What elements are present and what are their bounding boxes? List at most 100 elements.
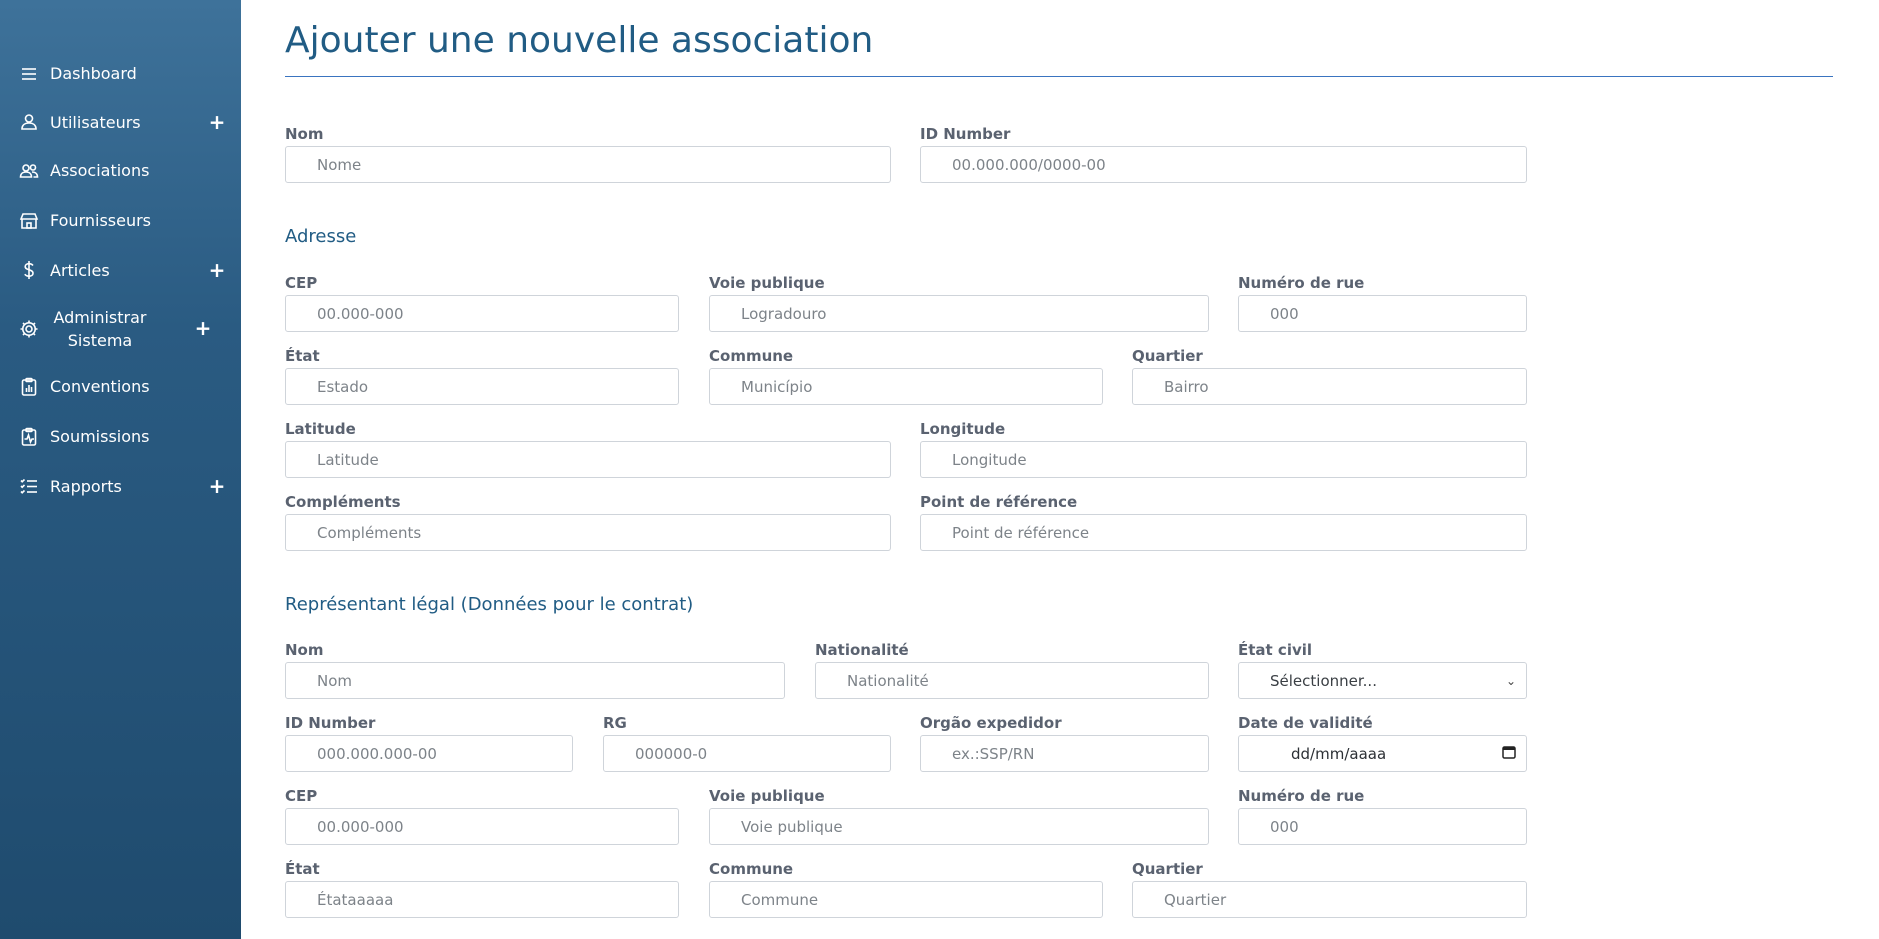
sidebar-item-administrar-sistema[interactable]: Administrar Sistema + xyxy=(18,306,227,352)
association-id-field: ID Number 00.000.000/0000-00 xyxy=(920,124,1527,183)
rep-id-field: ID Number 000.000.000-00 xyxy=(285,713,573,772)
field-label: Compléments xyxy=(285,493,401,511)
rep-quartier-input[interactable]: Quartier xyxy=(1132,881,1527,918)
rep-commune-field: Commune Commune xyxy=(709,859,1103,918)
sidebar-item-label: Utilisateurs xyxy=(50,112,141,132)
rep-rg-field: RG 000000-0 xyxy=(603,713,891,772)
address-quartier-input[interactable]: Bairro xyxy=(1132,368,1527,405)
address-numero-input[interactable]: 000 xyxy=(1238,295,1527,332)
rep-cep-input[interactable]: 00.000-000 xyxy=(285,808,679,845)
sidebar-item-label: Administrar Sistema xyxy=(53,308,147,350)
field-label: Latitude xyxy=(285,420,356,438)
sidebar-item-label: Rapports xyxy=(50,476,122,496)
rep-nationalite-input[interactable]: Nationalité xyxy=(815,662,1209,699)
menu-icon xyxy=(18,63,40,85)
rep-etat-field: État Étataaaaa xyxy=(285,859,679,918)
rep-validite-date-input[interactable]: dd/mm/aaaa xyxy=(1238,735,1527,772)
sidebar-item-utilisateurs[interactable]: Utilisateurs + xyxy=(18,110,227,134)
rep-commune-input[interactable]: Commune xyxy=(709,881,1103,918)
expand-plus-icon[interactable]: + xyxy=(193,316,213,340)
association-id-input[interactable]: 00.000.000/0000-00 xyxy=(920,146,1527,183)
address-reference-field: Point de référence Point de référence xyxy=(920,492,1527,551)
chevron-down-icon: ⌄ xyxy=(1505,673,1516,688)
sidebar-item-dashboard[interactable]: Dashboard xyxy=(18,62,227,85)
sidebar-item-conventions[interactable]: Conventions xyxy=(18,375,227,398)
field-label: État civil xyxy=(1238,641,1313,659)
field-label: Point de référence xyxy=(920,493,1078,511)
address-cep-input[interactable]: 00.000-000 xyxy=(285,295,679,332)
address-reference-input[interactable]: Point de référence xyxy=(920,514,1527,551)
field-label: Nom xyxy=(285,641,324,659)
sidebar-item-label: Associations xyxy=(50,161,150,180)
address-etat-input[interactable]: Estado xyxy=(285,368,679,405)
field-label: Voie publique xyxy=(709,787,825,805)
sidebar-item-label: Soumissions xyxy=(50,427,150,446)
rep-cep-field: CEP 00.000-000 xyxy=(285,786,679,845)
rep-nationalite-field: Nationalité Nationalité xyxy=(815,640,1209,699)
expand-plus-icon[interactable]: + xyxy=(207,474,227,498)
address-numero-field: Numéro de rue 000 xyxy=(1238,273,1527,332)
sidebar-item-articles[interactable]: Articles + xyxy=(18,258,227,282)
expand-plus-icon[interactable]: + xyxy=(207,258,227,282)
dollar-icon xyxy=(18,259,40,281)
field-label: CEP xyxy=(285,787,318,805)
rep-nom-field: Nom Nom xyxy=(285,640,785,699)
rep-orgao-input[interactable]: ex.:SSP/RN xyxy=(920,735,1209,772)
sidebar-item-soumissions[interactable]: Soumissions xyxy=(18,425,227,448)
rep-numero-input[interactable]: 000 xyxy=(1238,808,1527,845)
sidebar-item-label: Fournisseurs xyxy=(50,211,152,230)
field-label: RG xyxy=(603,714,627,732)
field-label: Numéro de rue xyxy=(1238,787,1365,805)
address-latitude-field: Latitude Latitude xyxy=(285,419,891,478)
address-quartier-field: Quartier Bairro xyxy=(1132,346,1527,405)
field-label: Date de validité xyxy=(1238,714,1373,732)
field-label: CEP xyxy=(285,274,318,292)
address-latitude-input[interactable]: Latitude xyxy=(285,441,891,478)
expand-plus-icon[interactable]: + xyxy=(207,110,227,134)
address-cep-field: CEP 00.000-000 xyxy=(285,273,679,332)
field-label: Nom xyxy=(285,125,324,143)
date-value: dd/mm/aaaa xyxy=(1291,744,1387,763)
address-complements-input[interactable]: Compléments xyxy=(285,514,891,551)
field-label: Quartier xyxy=(1132,860,1203,878)
rep-id-input[interactable]: 000.000.000-00 xyxy=(285,735,573,772)
address-voie-input[interactable]: Logradouro xyxy=(709,295,1209,332)
page-title: Ajouter une nouvelle association xyxy=(285,20,874,61)
sidebar-item-label: Articles xyxy=(50,260,110,280)
field-label: Commune xyxy=(709,860,794,878)
rep-etat-input[interactable]: Étataaaaa xyxy=(285,881,679,918)
list-check-icon xyxy=(18,475,40,497)
field-label: État xyxy=(285,347,320,365)
user-icon xyxy=(18,111,40,133)
address-etat-field: État Estado xyxy=(285,346,679,405)
field-label: État xyxy=(285,860,320,878)
rep-nom-input[interactable]: Nom xyxy=(285,662,785,699)
field-label: ID Number xyxy=(920,125,1011,143)
rep-rg-input[interactable]: 000000-0 xyxy=(603,735,891,772)
field-label: Orgão expedidor xyxy=(920,714,1062,732)
association-name-field: Nom Nome xyxy=(285,124,891,183)
rep-orgao-field: Orgão expedidor ex.:SSP/RN xyxy=(920,713,1209,772)
rep-voie-input[interactable]: Voie publique xyxy=(709,808,1209,845)
field-label: Commune xyxy=(709,347,794,365)
address-voie-field: Voie publique Logradouro xyxy=(709,273,1209,332)
calendar-icon[interactable] xyxy=(1502,745,1516,763)
select-value: Sélectionner... xyxy=(1270,671,1377,690)
clipboard-chart-icon xyxy=(18,376,40,398)
address-commune-field: Commune Município xyxy=(709,346,1103,405)
field-label: Numéro de rue xyxy=(1238,274,1365,292)
association-name-input[interactable]: Nome xyxy=(285,146,891,183)
rep-voie-field: Voie publique Voie publique xyxy=(709,786,1209,845)
address-longitude-input[interactable]: Longitude xyxy=(920,441,1527,478)
address-commune-input[interactable]: Município xyxy=(709,368,1103,405)
gear-icon xyxy=(18,318,40,340)
representative-section-title: Représentant légal (Données pour le cont… xyxy=(285,594,694,615)
field-label: Nationalité xyxy=(815,641,909,659)
sidebar-item-associations[interactable]: Associations xyxy=(18,159,227,182)
field-label: Voie publique xyxy=(709,274,825,292)
rep-etat-civil-select[interactable]: Sélectionner... ⌄ xyxy=(1238,662,1527,699)
users-icon xyxy=(18,160,40,182)
sidebar-item-rapports[interactable]: Rapports + xyxy=(18,474,227,498)
sidebar-item-fournisseurs[interactable]: Fournisseurs xyxy=(18,209,227,232)
sidebar-item-label: Dashboard xyxy=(50,64,137,83)
